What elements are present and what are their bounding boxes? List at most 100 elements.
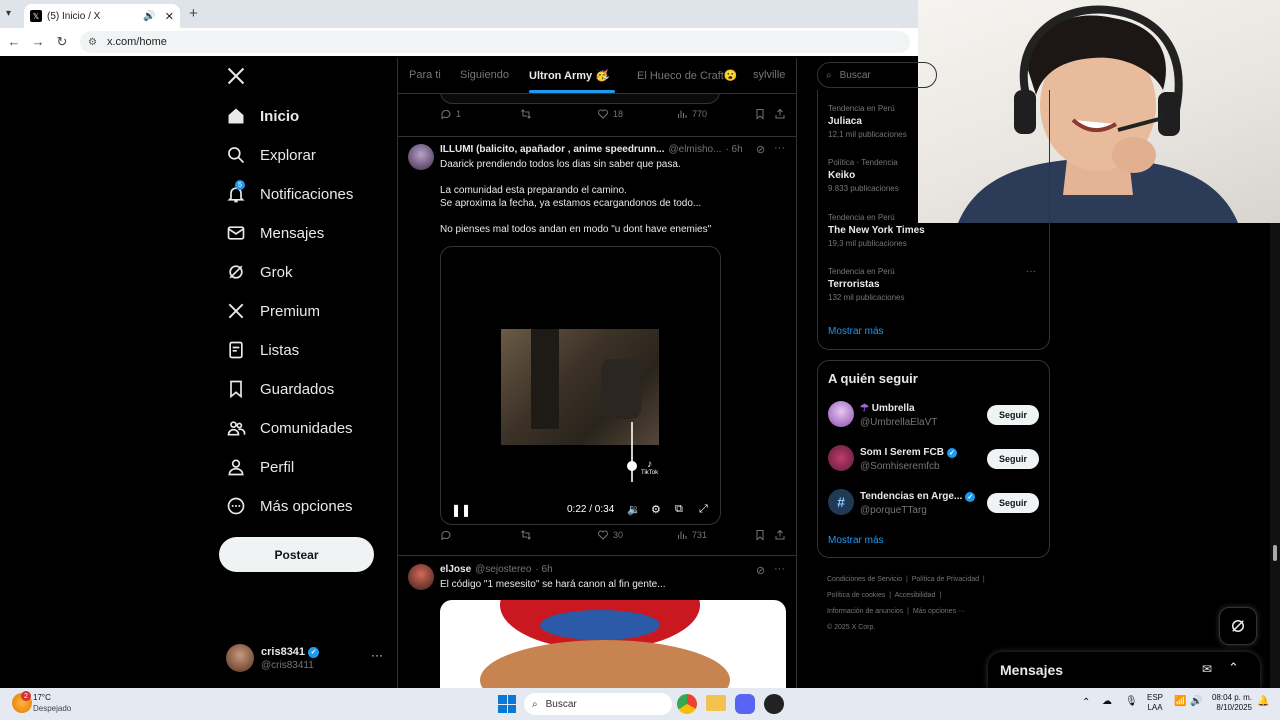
language-indicator[interactable]: ESP LAA <box>1147 693 1163 713</box>
post-time[interactable]: · 6h <box>725 144 742 155</box>
nav-item-premium[interactable]: Premium <box>226 293 320 329</box>
nav-item-mas-opciones[interactable]: Más opciones <box>226 488 353 524</box>
footer-link[interactable]: Condiciones de Servicio <box>827 576 902 583</box>
trend-item[interactable]: Tendencia en Perú Terroristas 132 mil pu… <box>828 267 905 302</box>
post-handle[interactable]: @elmisho... <box>668 144 721 155</box>
views-button[interactable]: 731 <box>676 529 707 541</box>
video-player[interactable]: ♪ TikTok ❚❚ 0:22 / 0:34 🔉 ⚙ ⧉ ⤢ <box>440 246 721 525</box>
follow-name[interactable]: Tendencias en Arge... ✓ <box>860 491 976 502</box>
nav-item-grok[interactable]: Grok <box>226 254 293 290</box>
onedrive-icon[interactable]: ☁ <box>1102 696 1112 707</box>
x-logo-icon[interactable] <box>226 66 248 88</box>
tab-close-icon[interactable]: ✕ <box>165 10 174 23</box>
chrome-icon[interactable] <box>677 694 697 714</box>
messages-drawer[interactable]: Mensajes ✉ ⌃ <box>988 652 1260 688</box>
more-dots-icon[interactable]: ··· <box>774 142 785 154</box>
post-handle[interactable]: @sejostereo <box>475 564 531 575</box>
avatar[interactable] <box>828 445 854 471</box>
reload-icon[interactable]: ↻ <box>50 34 74 50</box>
scrollbar-thumb[interactable] <box>1273 545 1277 561</box>
tab-ultron-army[interactable]: Ultron Army 🥳 <box>529 69 609 82</box>
microphone-icon[interactable]: 🎙 <box>1125 696 1138 707</box>
expand-icon[interactable]: ⌃ <box>1228 660 1239 676</box>
views-button[interactable]: 770 <box>676 108 707 120</box>
grok-icon[interactable]: ⊘ <box>756 143 765 156</box>
footer-link[interactable]: Accesibilidad <box>895 592 936 599</box>
chevron-down-icon[interactable]: ⌄ <box>602 69 611 82</box>
grok-float-button[interactable] <box>1219 607 1257 645</box>
trend-item[interactable]: Política · Tendencia Keiko 9.833 publica… <box>828 158 899 193</box>
taskbar-search[interactable]: ⌕ Buscar <box>524 693 672 715</box>
nav-item-guardados[interactable]: Guardados <box>226 371 334 407</box>
speaker-icon[interactable]: 🔊 <box>143 11 155 22</box>
tab-para-ti[interactable]: Para ti <box>409 69 441 81</box>
repost-button[interactable] <box>520 529 532 541</box>
post-button[interactable]: Postear <box>219 537 374 572</box>
trend-item[interactable]: Tendencia en Perú Juliaca 12,1 mil publi… <box>828 104 907 139</box>
avatar[interactable] <box>408 564 434 590</box>
settings-icon[interactable]: ⚙ <box>651 503 661 516</box>
tray-chevron-icon[interactable]: ⌃ <box>1082 697 1090 708</box>
volume-slider-track[interactable] <box>631 422 633 482</box>
grok-icon[interactable]: ⊘ <box>756 564 765 577</box>
new-tab-button[interactable]: + <box>189 5 198 22</box>
reply-button[interactable]: 1 <box>440 108 461 120</box>
show-more-link[interactable]: Mostrar más <box>828 326 884 337</box>
bookmark-button[interactable] <box>754 529 766 541</box>
post-author[interactable]: elJose <box>440 564 471 575</box>
nav-item-notificaciones[interactable]: 5 Notificaciones <box>226 176 353 212</box>
forward-icon[interactable]: → <box>26 34 50 49</box>
like-button[interactable]: 18 <box>597 108 623 120</box>
tab-list-chevron-icon[interactable]: ▾ <box>6 8 11 19</box>
repost-button[interactable] <box>520 108 532 120</box>
browser-tab[interactable]: 𝕏 (5) Inicio / X 🔊 ✕ <box>24 4 180 28</box>
nav-item-listas[interactable]: Listas <box>226 332 299 368</box>
follow-button[interactable]: Seguir <box>987 493 1039 513</box>
footer-link[interactable]: Más opciones ··· <box>913 608 965 615</box>
trend-item[interactable]: Tendencia en Perú The New York Times 19,… <box>828 213 925 248</box>
nav-item-explorar[interactable]: Explorar <box>226 137 316 173</box>
share-button[interactable] <box>774 529 786 541</box>
post-time[interactable]: · 6h <box>535 564 552 575</box>
pause-icon[interactable]: ❚❚ <box>451 503 471 517</box>
post-author[interactable]: ILLUMI (balicito, apañador , anime speed… <box>440 144 664 155</box>
file-explorer-icon[interactable] <box>706 695 726 711</box>
nav-item-perfil[interactable]: Perfil <box>226 449 294 485</box>
like-button[interactable]: 30 <box>597 529 623 541</box>
avatar[interactable] <box>408 144 434 170</box>
clock[interactable]: 08:04 p. m. 8/10/2025 <box>1206 693 1252 713</box>
more-dots-icon[interactable]: ··· <box>1026 266 1036 277</box>
bookmark-button[interactable] <box>754 108 766 120</box>
nav-item-inicio[interactable]: Inicio <box>226 98 299 134</box>
footer-link[interactable]: Información de anuncios <box>827 608 903 615</box>
show-more-link[interactable]: Mostrar más <box>828 535 884 546</box>
more-dots-icon[interactable]: ··· <box>774 563 785 575</box>
share-button[interactable] <box>774 108 786 120</box>
more-dots-icon[interactable]: ··· <box>371 648 383 662</box>
nav-item-mensajes[interactable]: Mensajes <box>226 215 324 251</box>
wifi-icon[interactable]: 📶 <box>1174 696 1186 707</box>
footer-link[interactable]: Política de Privacidad <box>912 576 979 583</box>
follow-name[interactable]: Som I Serem FCB ✓ <box>860 447 957 458</box>
page-scrollbar[interactable] <box>1270 223 1280 688</box>
follow-name[interactable]: ☂ Umbrella <box>860 403 915 414</box>
url-field[interactable]: ⚙ x.com/home <box>80 31 910 53</box>
site-info-icon[interactable]: ⚙ <box>88 37 97 48</box>
tab-siguiendo[interactable]: Siguiendo <box>460 69 509 81</box>
post-image[interactable] <box>440 600 786 688</box>
start-button-icon[interactable] <box>498 695 516 713</box>
volume-icon[interactable]: 🔉 <box>627 503 641 516</box>
volume-slider-handle[interactable] <box>627 461 637 471</box>
tab-el-hueco-de-craft[interactable]: El Hueco de Craft😮 <box>637 69 738 82</box>
follow-button[interactable]: Seguir <box>987 449 1039 469</box>
search-input[interactable]: ⌕ Buscar <box>817 62 937 88</box>
avatar[interactable] <box>828 401 854 427</box>
hashtag-avatar-icon[interactable]: # <box>828 489 854 515</box>
footer-link[interactable]: Política de cookies <box>827 592 885 599</box>
tab-sylville[interactable]: sylville <box>753 69 785 81</box>
follow-button[interactable]: Seguir <box>987 405 1039 425</box>
new-message-icon[interactable]: ✉ <box>1202 662 1212 676</box>
picture-in-picture-icon[interactable]: ⧉ <box>675 503 683 516</box>
discord-icon[interactable] <box>735 694 755 714</box>
volume-icon[interactable]: 🔊 <box>1190 696 1202 707</box>
